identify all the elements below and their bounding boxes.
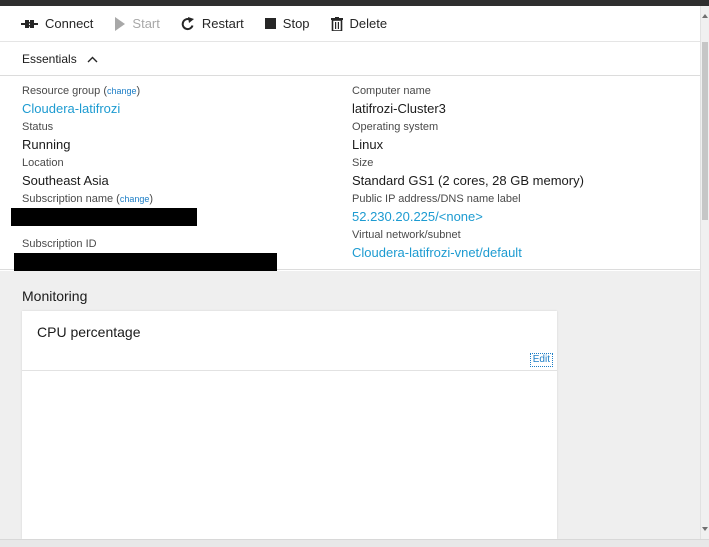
size-label: Size [352,157,374,169]
os-label: Operating system [352,121,439,133]
subscription-change-link[interactable]: change [120,194,150,204]
computer-name-value: latifrozi-Cluster3 [352,101,446,116]
subscription-name-redacted [11,208,197,226]
cpu-percentage-tile[interactable]: CPU percentage Edit [22,311,557,539]
resource-group-change-link[interactable]: change [107,86,137,96]
start-label: Start [132,16,160,31]
essentials-left-column: Resource group (change) Cloudera-latifro… [11,84,322,277]
stop-icon [264,18,276,29]
public-ip-label: Public IP address/DNS name label [352,193,521,205]
delete-button[interactable]: Delete [330,13,388,35]
public-ip-link[interactable]: 52.230.20.225/<none> [352,206,692,228]
monitoring-title: Monitoring [22,288,88,304]
stop-label: Stop [282,16,310,31]
tile-divider [22,370,557,371]
computer-name-label: Computer name [352,85,431,97]
location-label: Location [22,157,64,169]
monitoring-section: Monitoring CPU percentage Edit [0,271,700,539]
size-value: Standard GS1 (2 cores, 28 GB memory) [352,173,584,188]
start-button[interactable]: Start [114,13,160,35]
restart-icon [181,16,194,30]
tile-title: CPU percentage [37,324,141,340]
subscription-name-label: Subscription name (change) [22,193,154,205]
location-value: Southeast Asia [22,173,109,188]
essentials-title: Essentials [22,52,77,66]
restart-button[interactable]: Restart [181,13,244,35]
edit-chart-button[interactable]: Edit [529,353,553,367]
chevron-up-icon [87,56,98,62]
resource-group-label: Resource group (change) [22,85,141,97]
os-value: Linux [352,137,384,152]
essentials-panel: Resource group (change) Cloudera-latifro… [0,77,700,277]
restart-label: Restart [201,16,244,31]
status-label: Status [22,121,54,133]
scroll-down-arrow-icon[interactable] [702,527,708,531]
delete-label: Delete [349,16,388,31]
scrollbar-thumb[interactable] [702,42,708,220]
vnet-link[interactable]: Cloudera-latifrozi-vnet/default [352,242,692,264]
status-value: Running [22,137,71,152]
connect-label: Connect [45,16,94,31]
trash-icon [330,16,343,31]
command-toolbar: Connect Start Restart Stop Delete [0,6,700,42]
essentials-right-column: Computer name latifrozi-Cluster3 Operati… [352,84,692,264]
essentials-toggle[interactable]: Essentials [0,43,700,76]
connect-icon [21,19,38,28]
play-icon [115,16,126,31]
vertical-scrollbar[interactable] [700,6,709,539]
subscription-id-label: Subscription ID [22,238,97,250]
connect-button[interactable]: Connect [21,13,93,35]
resource-group-link[interactable]: Cloudera-latifrozi [22,98,322,120]
scroll-up-arrow-icon[interactable] [702,14,708,18]
vnet-label: Virtual network/subnet [352,229,461,241]
stop-button[interactable]: Stop [264,13,310,35]
horizontal-scrollbar[interactable] [0,539,709,547]
